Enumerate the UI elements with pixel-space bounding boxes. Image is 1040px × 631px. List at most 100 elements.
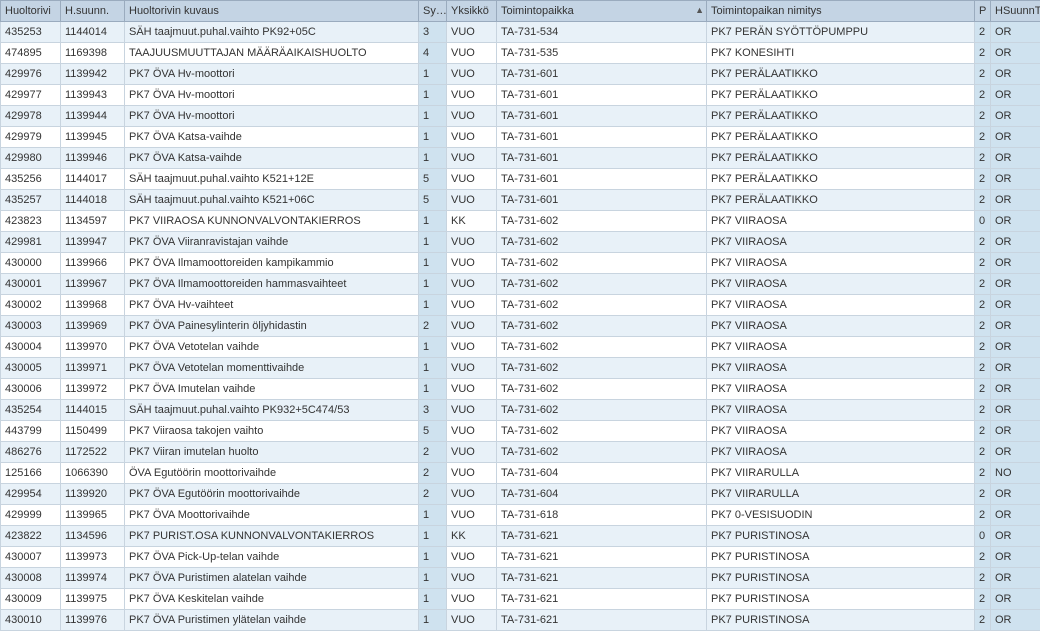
- cell-p[interactable]: 2: [975, 358, 991, 379]
- cell-nimitys[interactable]: PK7 VIIRAOSA: [707, 337, 975, 358]
- cell-paikka[interactable]: TA-731-602: [497, 274, 707, 295]
- cell-p[interactable]: 2: [975, 295, 991, 316]
- cell-sy[interactable]: 1: [419, 379, 447, 400]
- cell-p[interactable]: 2: [975, 379, 991, 400]
- cell-sy[interactable]: 3: [419, 22, 447, 43]
- cell-nimitys[interactable]: PK7 PERÄLAATIKKO: [707, 127, 975, 148]
- cell-tpi[interactable]: OR: [991, 379, 1040, 400]
- cell-huoltorivi[interactable]: 430000: [1, 253, 61, 274]
- table-row[interactable]: 4299811139947PK7 ÖVA Viiranravistajan va…: [1, 232, 1040, 253]
- cell-kuvaus[interactable]: PK7 PURIST.OSA KUNNONVALVONTAKIERROS: [125, 526, 419, 547]
- cell-hsuunn[interactable]: 1139974: [61, 568, 125, 589]
- cell-nimitys[interactable]: PK7 KONESIHTI: [707, 43, 975, 64]
- cell-sy[interactable]: 1: [419, 274, 447, 295]
- cell-sy[interactable]: 1: [419, 127, 447, 148]
- cell-kuvaus[interactable]: PK7 ÖVA Vetotelan momenttivaihde: [125, 358, 419, 379]
- cell-p[interactable]: 2: [975, 106, 991, 127]
- cell-sy[interactable]: 5: [419, 421, 447, 442]
- cell-tpi[interactable]: OR: [991, 337, 1040, 358]
- cell-tpi[interactable]: OR: [991, 442, 1040, 463]
- cell-nimitys[interactable]: PK7 0-VESISUODIN: [707, 505, 975, 526]
- cell-tpi[interactable]: OR: [991, 589, 1040, 610]
- cell-paikka[interactable]: TA-731-602: [497, 421, 707, 442]
- cell-huoltorivi[interactable]: 429977: [1, 85, 61, 106]
- cell-nimitys[interactable]: PK7 PERÄLAATIKKO: [707, 85, 975, 106]
- cell-yks[interactable]: VUO: [447, 106, 497, 127]
- cell-sy[interactable]: 5: [419, 169, 447, 190]
- cell-sy[interactable]: 1: [419, 85, 447, 106]
- cell-tpi[interactable]: OR: [991, 169, 1040, 190]
- cell-tpi[interactable]: OR: [991, 358, 1040, 379]
- cell-paikka[interactable]: TA-731-621: [497, 589, 707, 610]
- cell-huoltorivi[interactable]: 429980: [1, 148, 61, 169]
- cell-tpi[interactable]: OR: [991, 190, 1040, 211]
- cell-p[interactable]: 2: [975, 253, 991, 274]
- cell-p[interactable]: 2: [975, 316, 991, 337]
- cell-tpi[interactable]: NO: [991, 463, 1040, 484]
- col-header-tpi[interactable]: HSuunnTpi: [991, 1, 1040, 22]
- table-row[interactable]: 4238231134597PK7 VIIRAOSA KUNNONVALVONTA…: [1, 211, 1040, 232]
- cell-yks[interactable]: VUO: [447, 484, 497, 505]
- cell-kuvaus[interactable]: PK7 ÖVA Keskitelan vaihde: [125, 589, 419, 610]
- cell-paikka[interactable]: TA-731-602: [497, 295, 707, 316]
- cell-sy[interactable]: 5: [419, 190, 447, 211]
- cell-yks[interactable]: VUO: [447, 190, 497, 211]
- cell-kuvaus[interactable]: PK7 Viiraosa takojen vaihto: [125, 421, 419, 442]
- cell-kuvaus[interactable]: PK7 ÖVA Puristimen ylätelan vaihde: [125, 610, 419, 631]
- cell-kuvaus[interactable]: PK7 ÖVA Katsa-vaihde: [125, 127, 419, 148]
- cell-yks[interactable]: VUO: [447, 85, 497, 106]
- cell-hsuunn[interactable]: 1139972: [61, 379, 125, 400]
- cell-kuvaus[interactable]: PK7 ÖVA Painesylinterin öljyhidastin: [125, 316, 419, 337]
- cell-sy[interactable]: 1: [419, 211, 447, 232]
- cell-huoltorivi[interactable]: 429999: [1, 505, 61, 526]
- cell-paikka[interactable]: TA-731-601: [497, 148, 707, 169]
- cell-yks[interactable]: VUO: [447, 43, 497, 64]
- cell-kuvaus[interactable]: PK7 ÖVA Moottorivaihde: [125, 505, 419, 526]
- cell-hsuunn[interactable]: 1134597: [61, 211, 125, 232]
- col-header-sy[interactable]: Sy…: [419, 1, 447, 22]
- cell-nimitys[interactable]: PK7 PURISTINOSA: [707, 526, 975, 547]
- col-header-yks[interactable]: Yksikkö: [447, 1, 497, 22]
- table-row[interactable]: 4300081139974PK7 ÖVA Puristimen alatelan…: [1, 568, 1040, 589]
- cell-sy[interactable]: 2: [419, 316, 447, 337]
- cell-hsuunn[interactable]: 1144015: [61, 400, 125, 421]
- cell-hsuunn[interactable]: 1139973: [61, 547, 125, 568]
- cell-sy[interactable]: 1: [419, 295, 447, 316]
- cell-kuvaus[interactable]: PK7 ÖVA Ilmamoottoreiden hammasvaihteet: [125, 274, 419, 295]
- table-row[interactable]: 4299771139943PK7 ÖVA Hv-moottori1VUOTA-7…: [1, 85, 1040, 106]
- cell-yks[interactable]: VUO: [447, 253, 497, 274]
- cell-p[interactable]: 2: [975, 589, 991, 610]
- cell-huoltorivi[interactable]: 435257: [1, 190, 61, 211]
- table-row[interactable]: 4352561144017SÄH taajmuut.puhal.vaihto K…: [1, 169, 1040, 190]
- cell-yks[interactable]: VUO: [447, 505, 497, 526]
- cell-kuvaus[interactable]: SÄH taajmuut.puhal.vaihto PK932+5C474/53: [125, 400, 419, 421]
- cell-p[interactable]: 2: [975, 442, 991, 463]
- cell-nimitys[interactable]: PK7 VIIRAOSA: [707, 274, 975, 295]
- cell-hsuunn[interactable]: 1169398: [61, 43, 125, 64]
- cell-p[interactable]: 2: [975, 568, 991, 589]
- cell-hsuunn[interactable]: 1139965: [61, 505, 125, 526]
- cell-tpi[interactable]: OR: [991, 316, 1040, 337]
- cell-yks[interactable]: VUO: [447, 442, 497, 463]
- cell-tpi[interactable]: OR: [991, 85, 1040, 106]
- cell-hsuunn[interactable]: 1139966: [61, 253, 125, 274]
- cell-huoltorivi[interactable]: 429954: [1, 484, 61, 505]
- cell-p[interactable]: 2: [975, 232, 991, 253]
- cell-p[interactable]: 2: [975, 127, 991, 148]
- table-row[interactable]: 4299801139946PK7 ÖVA Katsa-vaihde1VUOTA-…: [1, 148, 1040, 169]
- table-row[interactable]: 4299791139945PK7 ÖVA Katsa-vaihde1VUOTA-…: [1, 127, 1040, 148]
- cell-kuvaus[interactable]: PK7 ÖVA Pick-Up-telan vaihde: [125, 547, 419, 568]
- cell-hsuunn[interactable]: 1139975: [61, 589, 125, 610]
- cell-sy[interactable]: 1: [419, 526, 447, 547]
- cell-nimitys[interactable]: PK7 PURISTINOSA: [707, 589, 975, 610]
- col-header-paikka[interactable]: Toimintopaikka▲: [497, 1, 707, 22]
- table-row[interactable]: 4299761139942PK7 ÖVA Hv-moottori1VUOTA-7…: [1, 64, 1040, 85]
- cell-hsuunn[interactable]: 1139942: [61, 64, 125, 85]
- cell-yks[interactable]: VUO: [447, 22, 497, 43]
- table-row[interactable]: 4352571144018SÄH taajmuut.puhal.vaihto K…: [1, 190, 1040, 211]
- table-row[interactable]: 4300011139967PK7 ÖVA Ilmamoottoreiden ha…: [1, 274, 1040, 295]
- cell-nimitys[interactable]: PK7 VIIRAOSA: [707, 400, 975, 421]
- cell-tpi[interactable]: OR: [991, 526, 1040, 547]
- table-row[interactable]: 1251661066390ÖVA Egutöörin moottorivaihd…: [1, 463, 1040, 484]
- cell-paikka[interactable]: TA-731-601: [497, 64, 707, 85]
